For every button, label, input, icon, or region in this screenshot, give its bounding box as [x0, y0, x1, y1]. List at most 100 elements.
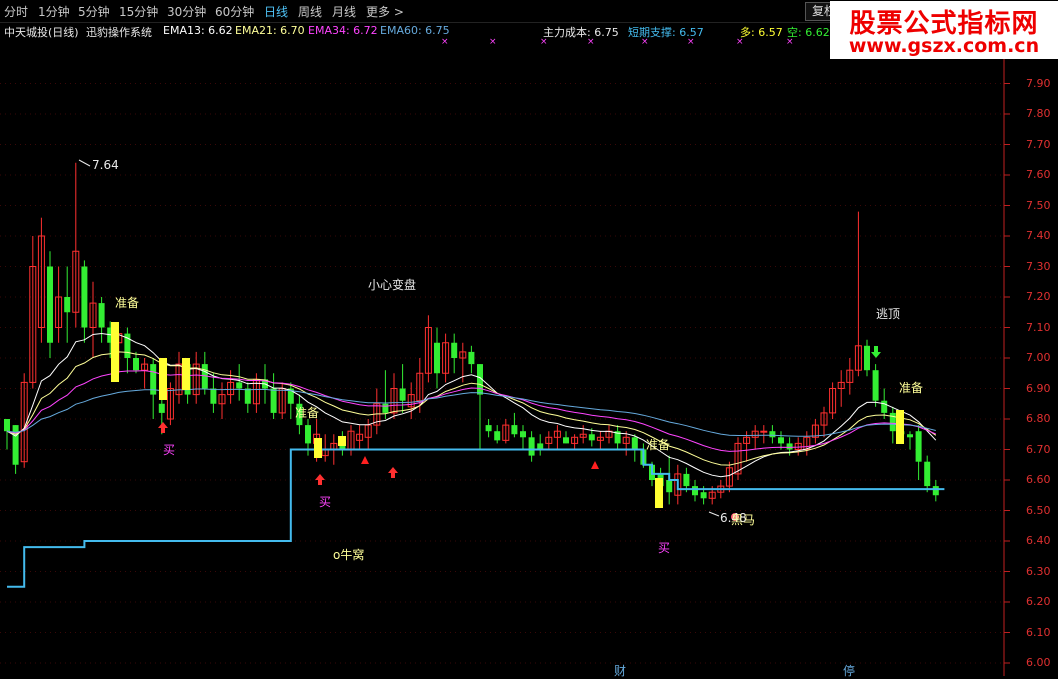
- buy-label-2: 买: [319, 495, 332, 509]
- y-tick-label: 7.60: [1026, 168, 1051, 181]
- period-15min[interactable]: 15分钟: [119, 3, 158, 20]
- short-support-value: 短期支撑: 6.57: [628, 26, 704, 39]
- y-tick-label: 6.70: [1026, 442, 1051, 456]
- kong-value: 空: 6.62: [787, 26, 830, 39]
- support-line: [7, 448, 945, 588]
- candle-body: [4, 419, 10, 432]
- y-tick-label: 6.20: [1026, 595, 1051, 608]
- candle-body: [270, 388, 277, 413]
- low-pointer: [708, 511, 720, 517]
- y-tick-label: 6.30: [1026, 564, 1051, 578]
- y-tick-label: 6.10: [1026, 625, 1051, 639]
- ema13-value: EMA13: 6.62: [163, 24, 233, 37]
- period-weekly[interactable]: 周线: [298, 3, 322, 20]
- candle-body: [451, 342, 458, 358]
- high-label: 7.64: [92, 158, 119, 172]
- y-tick-label: 7.30: [1026, 259, 1051, 273]
- y-tick-label: 6.90: [1026, 381, 1051, 395]
- zhunbei-label-2: 准备: [295, 406, 320, 420]
- candle-body: [778, 437, 784, 444]
- zhunbei-label-4: 准备: [899, 381, 924, 395]
- buy-arrow: [388, 467, 398, 478]
- taoding-label: 逃顶: [876, 307, 901, 321]
- y-tick-label: 7.20: [1026, 290, 1051, 303]
- candle-body: [666, 480, 673, 493]
- y-tick-label: 7.70: [1026, 137, 1051, 151]
- candle-body: [786, 443, 793, 450]
- candle-body: [81, 266, 88, 328]
- buy-arrow: [158, 422, 168, 433]
- signal-bar: [182, 358, 190, 390]
- candle-body: [881, 400, 888, 413]
- candle-body: [520, 431, 526, 438]
- candle-body: [434, 342, 440, 374]
- candle-body: [399, 388, 406, 401]
- signal-bar: [655, 478, 663, 508]
- ema21-value: EMA21: 6.70: [235, 24, 305, 37]
- candle-body: [382, 403, 389, 413]
- ting-label: 停: [843, 664, 856, 678]
- candle-body: [872, 370, 879, 401]
- signal-triangle: [361, 456, 369, 464]
- candle-body: [528, 437, 535, 456]
- buy-label-3: 买: [658, 541, 671, 555]
- candle-body: [468, 351, 475, 365]
- period-60min[interactable]: 60分钟: [215, 3, 254, 20]
- candle-body: [700, 492, 707, 499]
- period-30min[interactable]: 30分钟: [167, 3, 206, 20]
- candle-body: [305, 425, 311, 444]
- y-tick-label: 7.90: [1026, 76, 1051, 90]
- cai-label: 财: [614, 664, 627, 678]
- y-tick-label: 6.60: [1026, 473, 1051, 486]
- candle-body: [494, 431, 501, 441]
- candle-body: [210, 388, 217, 404]
- candle-body: [932, 486, 939, 496]
- candle-body: [12, 425, 19, 465]
- candle-body: [158, 403, 165, 413]
- period-1min[interactable]: 1分钟: [38, 3, 70, 20]
- signal-triangle: [591, 461, 599, 469]
- candle-body: [485, 425, 492, 432]
- candle-body: [98, 303, 105, 328]
- ema60-value: EMA60: 6.75: [380, 24, 450, 37]
- candle-body: [924, 461, 931, 487]
- signal-bar: [338, 436, 346, 446]
- duo-value: 多: 6.57: [740, 26, 783, 39]
- period-5min[interactable]: 5分钟: [78, 3, 110, 20]
- y-tick-label: 6.50: [1026, 503, 1051, 517]
- period-fenshi[interactable]: 分时: [4, 3, 28, 20]
- ema60-line: [6, 388, 936, 437]
- period-more[interactable]: 更多 >: [366, 3, 404, 20]
- stock-name: 中天城投(日线): [4, 26, 79, 39]
- signal-bar: [314, 438, 322, 458]
- candle-body: [692, 486, 698, 496]
- signal-bar: [111, 322, 119, 382]
- candle-body: [760, 430, 768, 433]
- candle-body: [133, 358, 139, 371]
- candle-body: [769, 431, 776, 438]
- candle-body: [683, 473, 690, 487]
- y-tick-label: 7.80: [1026, 107, 1051, 120]
- candle-body: [907, 434, 913, 438]
- candle-body: [511, 425, 518, 435]
- candle-body: [64, 297, 71, 313]
- xiaoxin-label: 小心变盘: [368, 278, 417, 292]
- period-daily[interactable]: 日线: [264, 3, 288, 20]
- y-tick-label: 6.40: [1026, 534, 1051, 547]
- candle-body: [631, 437, 638, 450]
- y-tick-label: 7.00: [1026, 351, 1051, 364]
- main-cost-value: 主力成本: 6.75: [543, 26, 619, 39]
- candle-body: [47, 266, 53, 343]
- y-tick-label: 6.80: [1026, 412, 1051, 425]
- y-tick-label: 6.00: [1026, 656, 1051, 669]
- buy-arrow: [315, 474, 325, 485]
- heima-label: 黑马: [731, 513, 756, 527]
- candle-body: [236, 382, 243, 389]
- zhunbei-label-1: 准备: [115, 296, 140, 310]
- period-monthly[interactable]: 月线: [332, 3, 356, 20]
- candlestick-chart[interactable]: ×××××××××: [0, 0, 1058, 676]
- watermark: 股票公式指标网 www.gszx.com.cn: [830, 1, 1058, 59]
- high-pointer: [78, 159, 91, 167]
- system-name: 迅豹操作系统: [86, 26, 152, 39]
- y-tick-label: 7.50: [1026, 198, 1051, 212]
